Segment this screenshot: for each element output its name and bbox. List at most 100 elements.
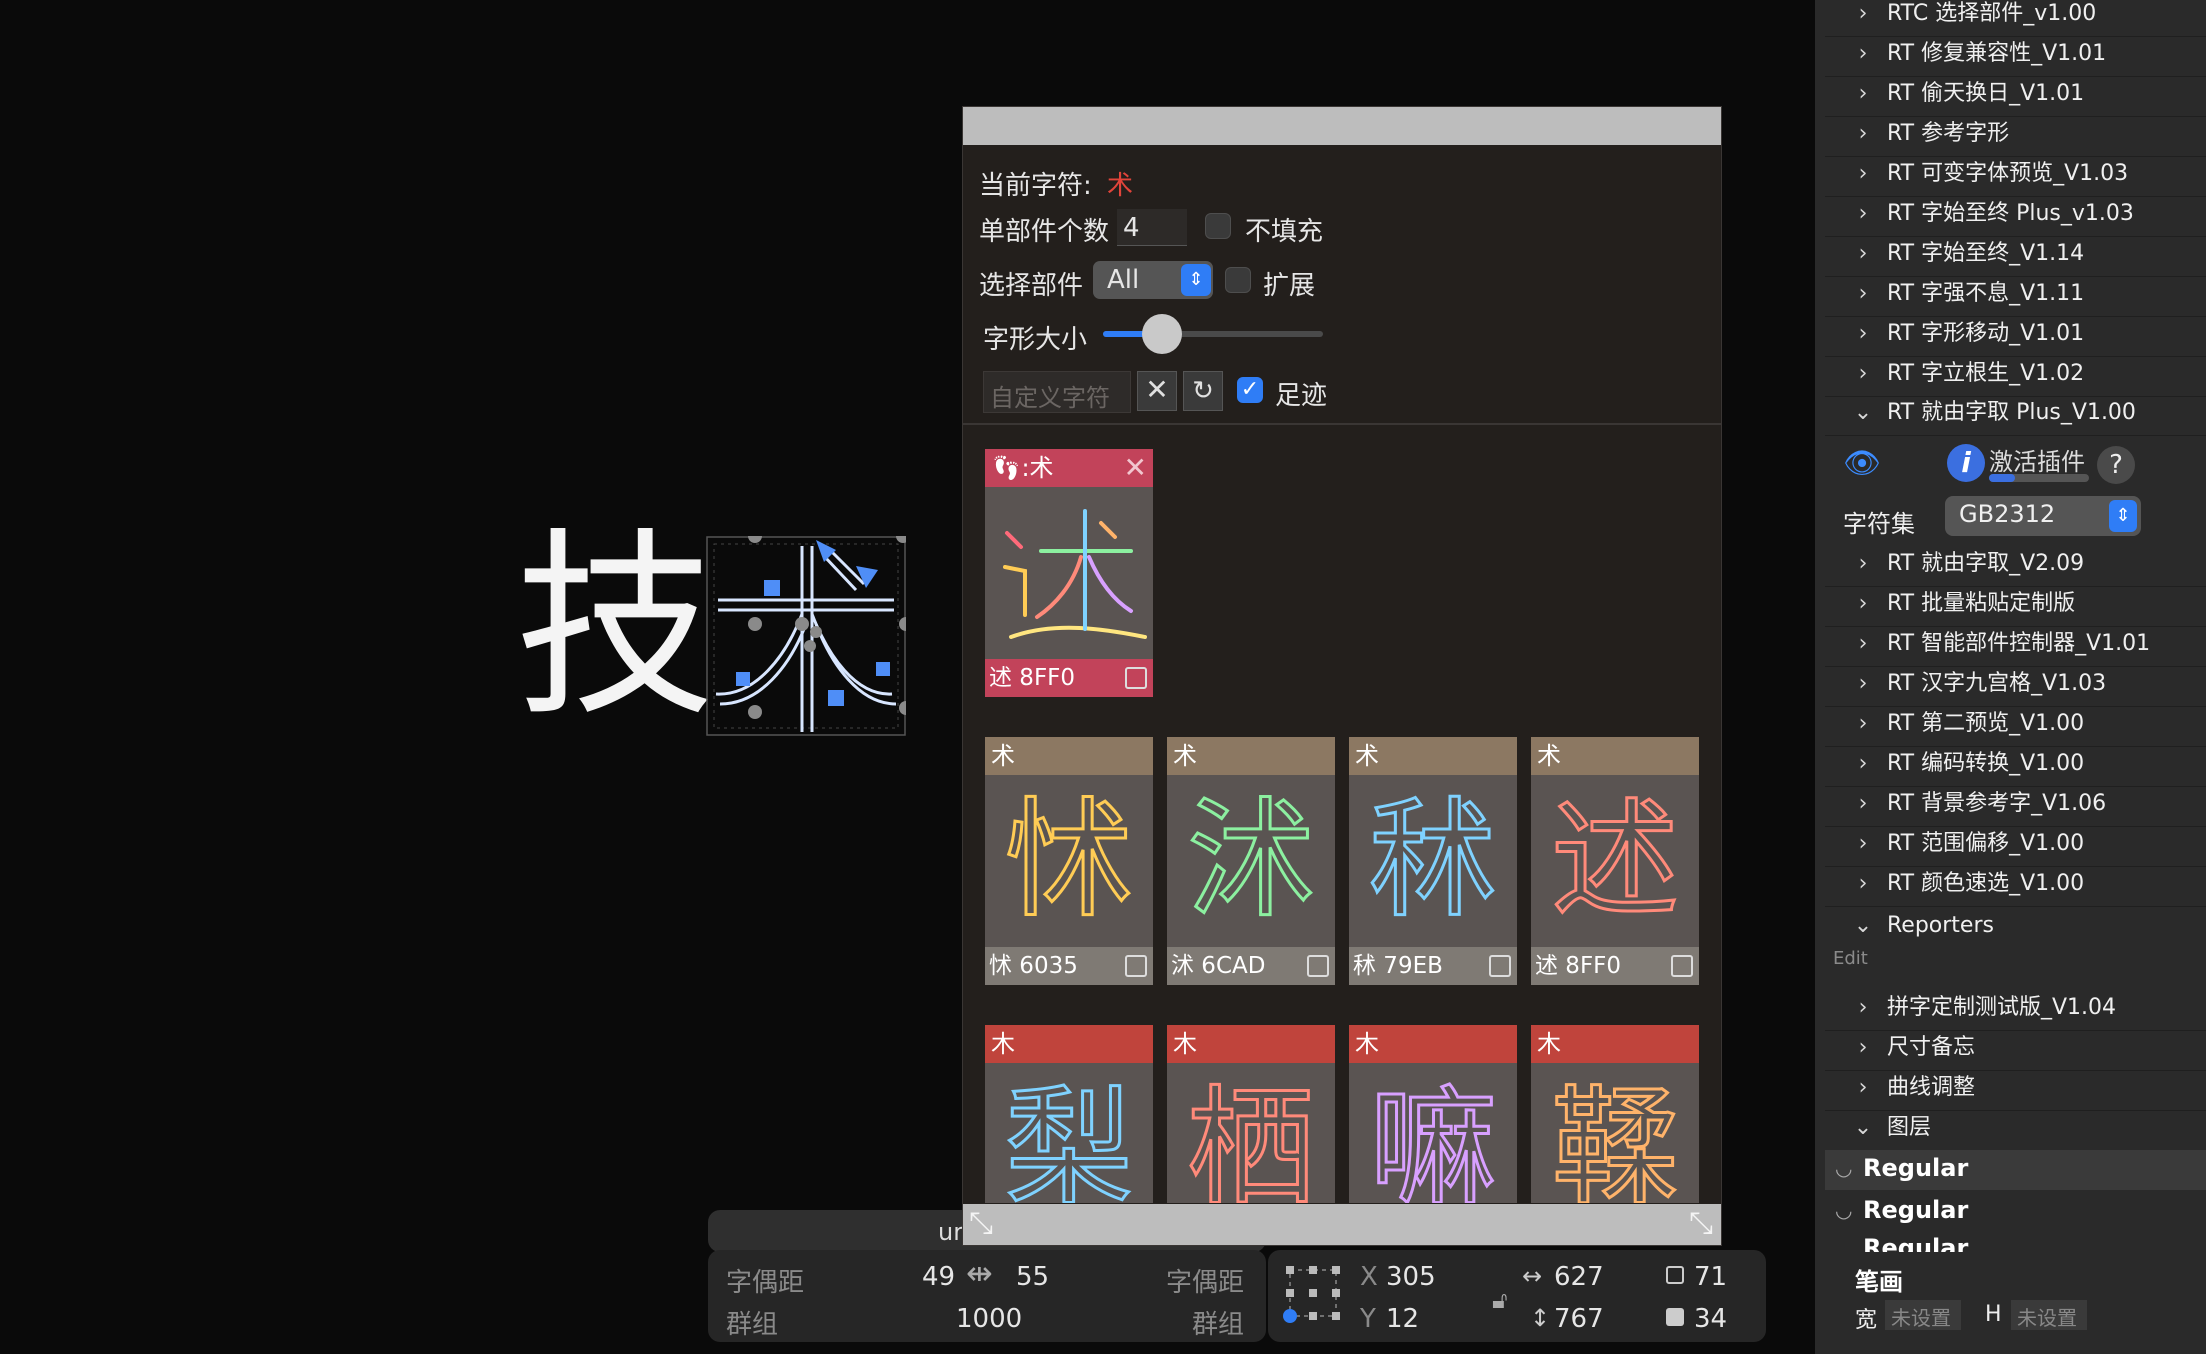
glyph-tile[interactable]: 术沭沭 6CAD [1167, 737, 1335, 985]
charset-select[interactable]: GB2312 ⇕ [1945, 496, 2141, 536]
sidebar-item[interactable]: › RT 范围偏移_V1.00 [1825, 826, 2206, 867]
sidebar-item[interactable]: › 曲线调整 [1825, 1070, 2206, 1111]
history-tile[interactable]: 👣︎:术 ✕ 述 8FF0 [985, 449, 1153, 697]
glyph-tile[interactable]: 术述述 8FF0 [1531, 737, 1699, 985]
help-icon[interactable]: ? [2097, 446, 2135, 484]
glyph-tile[interactable]: 木嘛 [1349, 1025, 1517, 1203]
tile-glyph: 栖 [1185, 1073, 1316, 1204]
size-label: 字形大小 [983, 325, 1088, 355]
layer-name: Regular [1863, 1236, 1969, 1252]
sidebar-item-expanded[interactable]: ⌄ RT 就由字取 Plus_V1.00 [1825, 395, 2206, 436]
window-titlebar[interactable] [963, 107, 1721, 145]
layer-row-selected[interactable]: ◡ Regular [1825, 1150, 2206, 1190]
lock-icon[interactable]: 🔓︎ [1492, 1286, 1508, 1314]
divider [963, 423, 1721, 425]
footprint-checkbox[interactable]: ✓ [1237, 377, 1263, 403]
layer-row[interactable]: ◡ Regular [1825, 1192, 2206, 1232]
sidebar-item[interactable]: › RT 颜色速选_V1.00 [1825, 866, 2206, 907]
sidebar-item-label: RT 批量粘贴定制版 [1887, 591, 2076, 616]
component-select-value: All [1107, 265, 1140, 295]
chevron-right-icon: › [1858, 591, 1868, 616]
custom-char-input[interactable]: 自定义字符 [983, 371, 1131, 413]
sidebar-item[interactable]: › RT 编码转换_V1.00 [1825, 746, 2206, 787]
kerning-lock-icon[interactable]: ⇹ [966, 1254, 993, 1292]
tile-header-text: 术 [1355, 742, 1379, 770]
sidebar-item[interactable]: › RT 汉字九宫格_V1.03 [1825, 666, 2206, 707]
chevron-right-icon: › [1858, 241, 1868, 266]
selected-glyph[interactable] [706, 529, 913, 736]
tile-preview: 栖 [1167, 1063, 1335, 1203]
edit-icon[interactable] [1489, 955, 1511, 977]
resize-right-icon[interactable]: ⤡ [1689, 1206, 1713, 1241]
eye-closed-icon[interactable]: ◡ [1835, 1156, 1852, 1180]
edit-icon[interactable] [1125, 955, 1147, 977]
sidebar-item[interactable]: › RT 字始至终 Plus_v1.03 [1825, 196, 2206, 237]
sidebar-item[interactable]: › RT 可变字体预览_V1.03 [1825, 156, 2206, 197]
edit-icon[interactable] [1307, 955, 1329, 977]
chevron-right-icon: › [1858, 751, 1868, 776]
chevron-right-icon: › [1858, 831, 1868, 856]
sidebar-item-label: RT 颜色速选_V1.00 [1887, 871, 2085, 896]
sidebar-item[interactable]: › RTC 选择部件_v1.00 [1825, 0, 2206, 37]
info-icon[interactable]: i [1947, 444, 1985, 482]
sidebar-item-label: RT 范围偏移_V1.00 [1887, 831, 2085, 856]
history-tile-header: 👣︎:术 ✕ [985, 449, 1153, 487]
kerning-bar: 字偶距 49 ⇹ 55 字偶距 群组 1000 群组 [708, 1250, 1266, 1342]
glyph-width-value[interactable]: 1000 [956, 1304, 1022, 1334]
layer-row[interactable]: Regular [1825, 1236, 2206, 1252]
custom-char-placeholder: 自定义字符 [990, 384, 1110, 412]
count-input[interactable]: 4 [1117, 209, 1187, 246]
x-value[interactable]: 305 [1386, 1262, 1436, 1292]
eye-closed-icon[interactable]: ◡ [1835, 1198, 1852, 1222]
glyph-tile[interactable]: 术怵怵 6035 [985, 737, 1153, 985]
nofill-checkbox[interactable] [1205, 213, 1231, 239]
eye-icon[interactable]: 👁︎ [1843, 446, 1881, 481]
y-value[interactable]: 12 [1386, 1304, 1419, 1334]
sidebar-item[interactable]: › RT 偷天换日_V1.01 [1825, 76, 2206, 117]
tile-header: 木 [1531, 1025, 1699, 1063]
sidebar-item[interactable]: › RT 修复兼容性_V1.01 [1825, 36, 2206, 77]
refresh-icon[interactable]: ↻ [1183, 371, 1223, 411]
anchor-grid-icon[interactable] [1282, 1262, 1346, 1328]
tile-glyph: 梨 [1003, 1073, 1134, 1204]
sidebar-item[interactable]: › RT 第二预览_V1.00 [1825, 706, 2206, 747]
sidebar-item[interactable]: › 尺寸备忘 [1825, 1030, 2206, 1071]
tile-code: 述 8FF0 [1535, 953, 1622, 979]
component-select[interactable]: All ⇕ [1093, 261, 1213, 299]
kerning-right-value[interactable]: 55 [1016, 1262, 1049, 1292]
edit-icon[interactable] [1125, 667, 1147, 689]
glyph-tile[interactable]: 木栖 [1167, 1025, 1335, 1203]
sidebar-item[interactable]: › RT 参考字形 [1825, 116, 2206, 157]
sidebar-item[interactable]: › RT 智能部件控制器_V1.01 [1825, 626, 2206, 667]
sidebar-item[interactable]: › 拼字定制测试版_V1.04 [1825, 990, 2206, 1031]
kerning-left-value[interactable]: 49 [922, 1262, 955, 1292]
expand-checkbox[interactable] [1225, 267, 1251, 293]
resize-left-icon[interactable]: ⤡ [969, 1206, 993, 1241]
glyph-tile[interactable]: 木鞣 [1531, 1025, 1699, 1203]
sidebar-item[interactable]: › RT 背景参考字_V1.06 [1825, 786, 2206, 827]
sidebar-item-reporters[interactable]: ⌄ Reporters [1825, 908, 2206, 948]
count-label: 单部件个数 [979, 217, 1110, 247]
sidebar-item[interactable]: › RT 字形移动_V1.01 [1825, 316, 2206, 357]
sidebar-item[interactable]: › RT 批量粘贴定制版 [1825, 586, 2206, 627]
edit-icon[interactable] [1671, 955, 1693, 977]
width-value[interactable]: 627 [1554, 1262, 1604, 1292]
activate-progress-fill [1989, 474, 2015, 482]
sidebar-item[interactable]: › RT 就由字取_V2.09 [1825, 546, 2206, 587]
close-icon[interactable]: ✕ [1124, 449, 1147, 487]
tile-header: 术 [1531, 737, 1699, 775]
height-value[interactable]: 767 [1554, 1304, 1604, 1334]
size-slider[interactable] [1103, 314, 1323, 354]
size-slider-knob[interactable] [1142, 314, 1183, 354]
sidebar-item[interactable]: › RT 字强不息_V1.11 [1825, 276, 2206, 317]
glyph-tile[interactable]: 术秫秫 79EB [1349, 737, 1517, 985]
activate-label[interactable]: 激活插件 [1989, 442, 2085, 477]
sidebar-item[interactable]: › RT 字始至终_V1.14 [1825, 236, 2206, 277]
sidebar-item-layers[interactable]: ⌄ 图层 [1825, 1110, 2206, 1151]
chevron-down-icon: ⌄ [1853, 1115, 1873, 1140]
glyph-tile[interactable]: 木梨 [985, 1025, 1153, 1203]
sidebar-item[interactable]: › RT 字立根生_V1.02 [1825, 356, 2206, 397]
stroke-width-input[interactable]: 未设置 [1885, 1300, 1961, 1330]
stroke-height-input[interactable]: 未设置 [2011, 1300, 2087, 1330]
clear-icon[interactable]: ✕ [1137, 371, 1177, 411]
